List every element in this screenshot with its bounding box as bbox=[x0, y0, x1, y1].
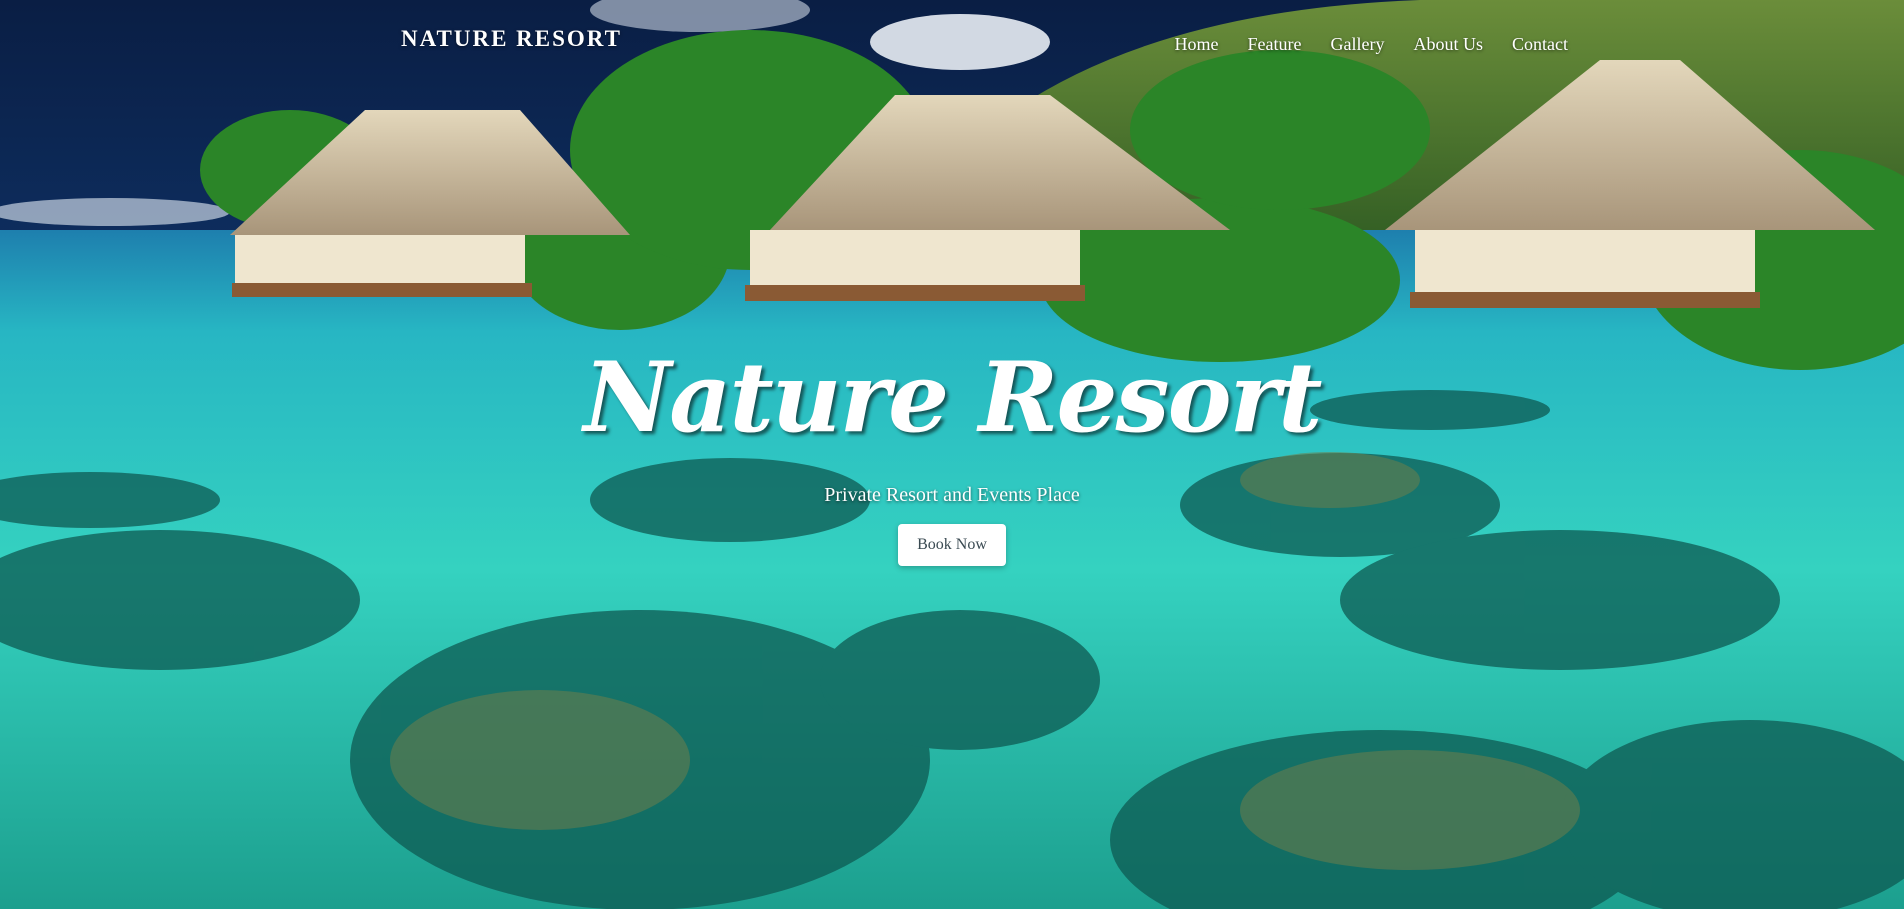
hero-headline: Nature Resort bbox=[583, 341, 1322, 454]
nav-feature[interactable]: Feature bbox=[1248, 34, 1302, 55]
hero-tagline: Private Resort and Events Place bbox=[824, 484, 1080, 506]
nav-home[interactable]: Home bbox=[1175, 34, 1219, 55]
nav-about-us[interactable]: About Us bbox=[1413, 34, 1483, 55]
nav-contact[interactable]: Contact bbox=[1512, 34, 1568, 55]
main-nav: Home Feature Gallery About Us Contact bbox=[1175, 34, 1568, 55]
brand-logo[interactable]: NATURE RESORT bbox=[401, 26, 622, 52]
book-now-button[interactable]: Book Now bbox=[898, 524, 1006, 566]
nav-gallery[interactable]: Gallery bbox=[1331, 34, 1385, 55]
hero-section: NATURE RESORT Home Feature Gallery About… bbox=[0, 0, 1904, 909]
hero-background-image bbox=[0, 0, 1904, 909]
